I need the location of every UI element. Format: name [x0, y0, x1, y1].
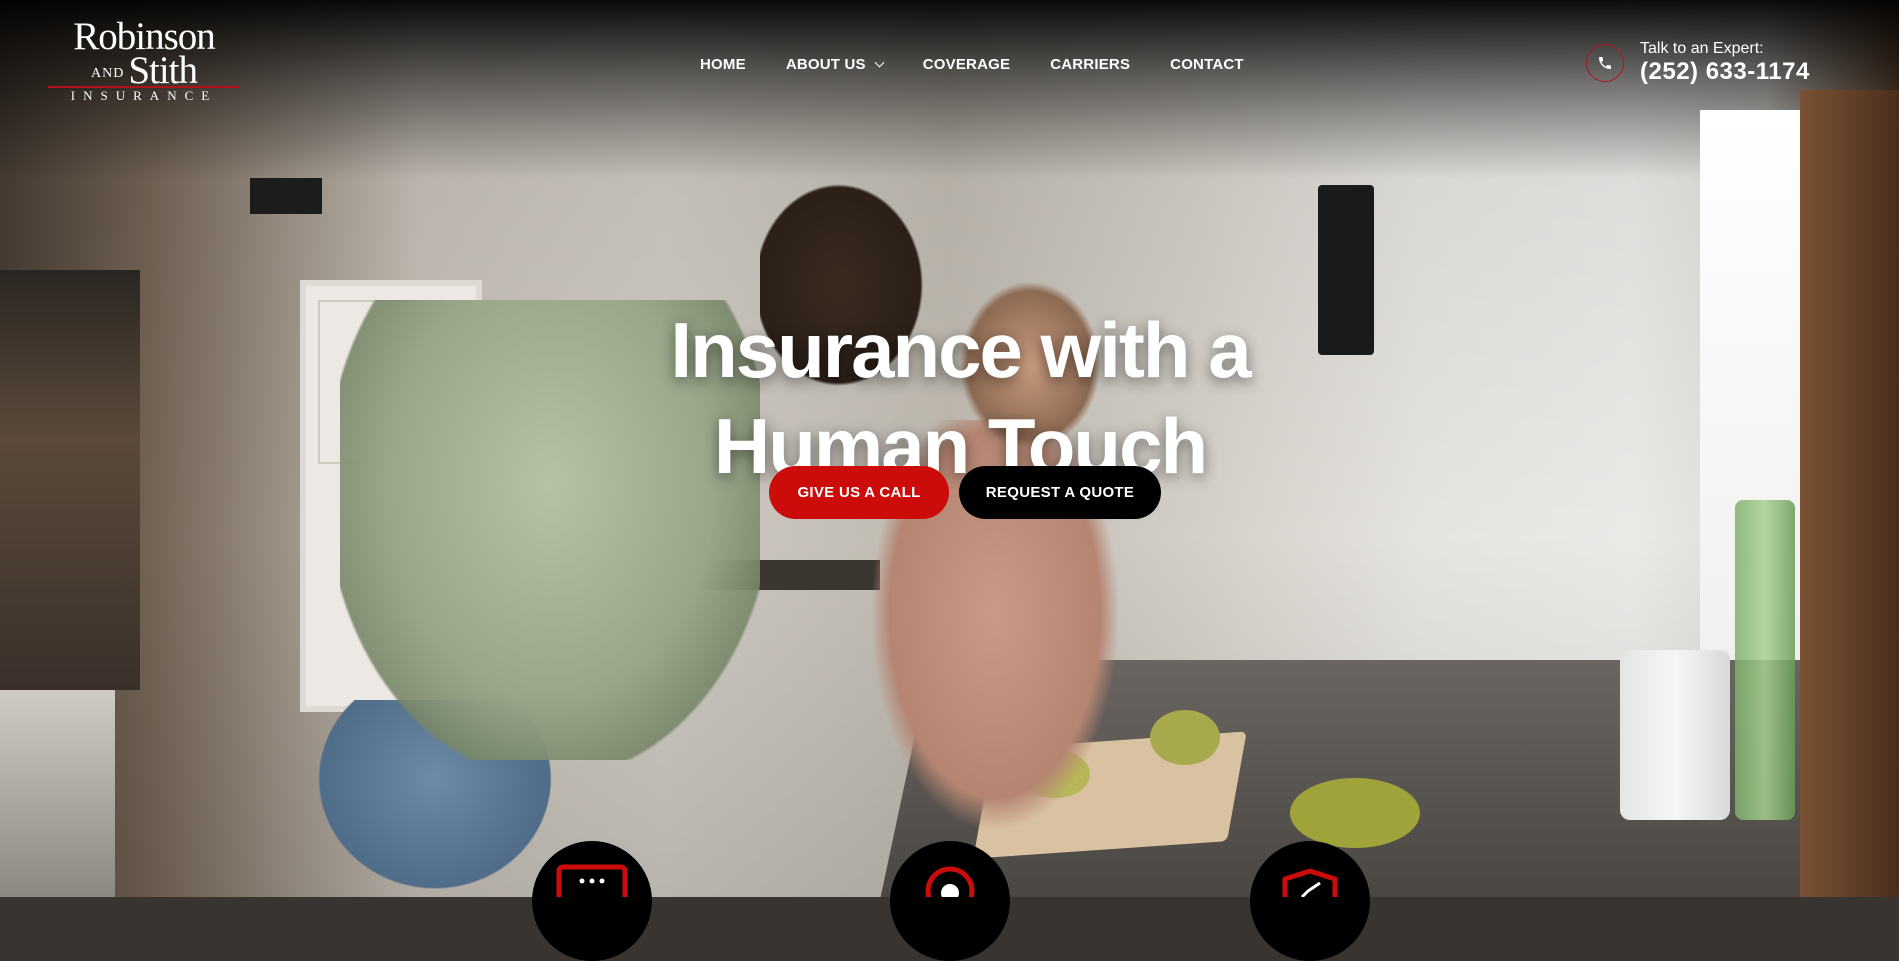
give-us-a-call-button[interactable]: GIVE US A CALL: [769, 466, 949, 519]
nav-item-home[interactable]: HOME: [680, 52, 766, 77]
phone-icon: [1586, 44, 1624, 82]
logo-text-stith: AND Stith: [48, 51, 240, 90]
feature-circle-location[interactable]: [890, 841, 1010, 961]
shield-check-icon: [1282, 868, 1338, 897]
site-header: Robinson AND Stith INSURANCE HOME ABOUT U…: [0, 0, 1899, 130]
pear: [1290, 778, 1420, 848]
background-speaker: [250, 178, 322, 214]
green-vase: [1735, 500, 1795, 820]
hero-headline-line1: Insurance with a: [670, 306, 1251, 395]
nav-item-about-us[interactable]: ABOUT US: [766, 52, 903, 77]
nav-item-label: COVERAGE: [922, 56, 1011, 73]
nav-item-coverage[interactable]: COVERAGE: [903, 52, 1030, 77]
site-logo[interactable]: Robinson AND Stith INSURANCE: [48, 17, 240, 104]
nav-item-label: CARRIERS: [1050, 56, 1131, 73]
request-a-quote-button[interactable]: REQUEST A QUOTE: [959, 466, 1161, 519]
location-pin-icon: [925, 866, 975, 897]
expert-text: Talk to an Expert: (252) 633-1174: [1640, 40, 1810, 86]
pear: [1150, 710, 1220, 765]
feature-circle-chat[interactable]: [532, 841, 652, 961]
background-shelf: [0, 270, 140, 690]
feature-circle-shield[interactable]: [1250, 841, 1370, 961]
nav-item-label: HOME: [700, 56, 746, 73]
talk-to-expert[interactable]: Talk to an Expert: (252) 633-1174: [1586, 40, 1810, 86]
kitchen-counter-left: [0, 690, 115, 897]
foreground-wood: [1800, 90, 1899, 897]
logo-text-insurance: INSURANCE: [70, 88, 218, 103]
nav-item-label: ABOUT US: [785, 56, 866, 73]
logo-text-and: AND: [90, 66, 125, 82]
nav-item-label: CONTACT: [1170, 56, 1244, 73]
nav-item-contact[interactable]: CONTACT: [1150, 52, 1264, 77]
expert-label: Talk to an Expert:: [1640, 40, 1764, 57]
main-nav: HOME ABOUT US COVERAGE CARRIERS CONTACT: [680, 52, 1264, 77]
nav-item-carriers[interactable]: CARRIERS: [1030, 52, 1150, 77]
chat-bubble-icon: [556, 864, 628, 897]
chevron-down-icon: [874, 57, 885, 68]
expert-phone-number[interactable]: (252) 633-1174: [1640, 58, 1810, 86]
hero-buttons: GIVE US A CALL REQUEST A QUOTE: [769, 466, 1161, 519]
counter-speaker: [1620, 650, 1730, 820]
